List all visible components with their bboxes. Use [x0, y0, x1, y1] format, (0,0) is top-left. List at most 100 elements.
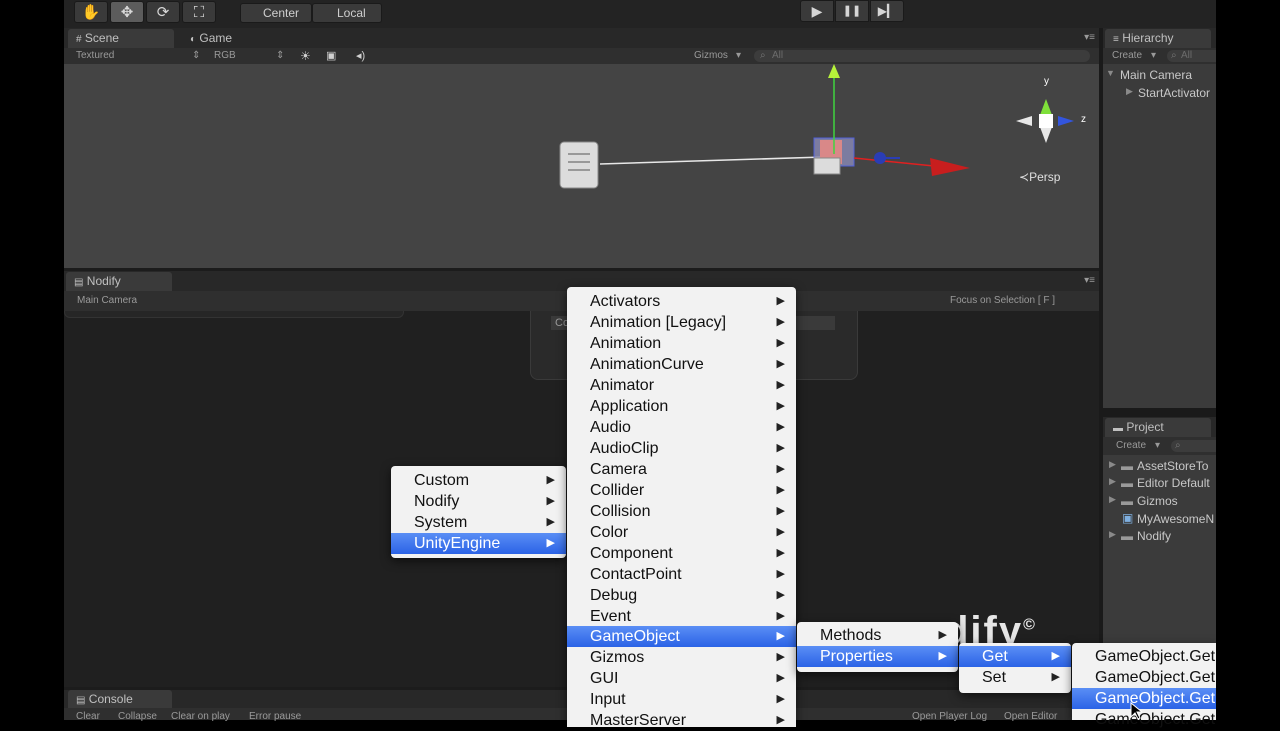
hand-tool-button[interactable]: ✋ [74, 1, 108, 23]
scale-tool-button[interactable]: ⛶ [182, 1, 216, 23]
submenu-arrow-icon: ▶ [776, 295, 785, 307]
menu-item-gameobject-get[interactable]: GameObject.Get [1072, 688, 1216, 709]
menu-item-input[interactable]: Input ▶ [567, 689, 796, 710]
submenu-arrow-icon: ▶ [776, 337, 785, 349]
expand-arrow-icon[interactable]: ▶ [1109, 494, 1116, 505]
project-search-input[interactable]: ⌕ [1171, 440, 1216, 452]
menu-item-methods[interactable]: Methods ▶ [797, 625, 958, 646]
panel-divider [1103, 408, 1216, 417]
hierarchy-create-button[interactable]: Create [1112, 48, 1142, 64]
menu-item-system[interactable]: System ▶ [391, 512, 566, 533]
menu-item-animation[interactable]: Animation ▶ [567, 333, 796, 354]
submenu-arrow-icon: ▶ [938, 629, 947, 641]
project-item-gizmos[interactable]: Gizmos [1137, 494, 1178, 508]
image-icon[interactable]: ▣ [326, 48, 336, 64]
pivot-center-toggle[interactable]: Center [240, 3, 312, 23]
open-editor-log-button[interactable]: Open Editor [1004, 708, 1057, 726]
menu-item-masterserver[interactable]: MasterServer ▶ [567, 710, 796, 731]
gizmos-dropdown[interactable]: Gizmos [694, 48, 728, 64]
hierarchy-item-startactivator[interactable]: StartActivator [1138, 86, 1210, 100]
menu-item-properties[interactable]: Properties ▶ [797, 646, 958, 667]
menu-item-gizmos[interactable]: Gizmos ▶ [567, 647, 796, 668]
pause-icon: ❚❚ [842, 5, 862, 17]
menu-item-component[interactable]: Component ▶ [567, 543, 796, 564]
menu-item-get[interactable]: Get ▶ [959, 646, 1071, 667]
menu-item-label: Get [982, 648, 1008, 665]
menu-item-audioclip[interactable]: AudioClip ▶ [567, 438, 796, 459]
menu-item-application[interactable]: Application ▶ [567, 396, 796, 417]
step-button[interactable]: ▶▎ [870, 0, 904, 22]
menu-item-gui[interactable]: GUI ▶ [567, 668, 796, 689]
focus-selection-button[interactable]: Focus on Selection [ F ] [950, 291, 1055, 311]
expand-arrow-icon[interactable]: ▶ [1126, 86, 1133, 97]
project-item-myawesome[interactable]: MyAwesomeN [1137, 512, 1214, 526]
menu-item-label: System [414, 514, 468, 531]
play-button[interactable]: ▶ [800, 0, 834, 22]
menu-item-animator[interactable]: Animator ▶ [567, 375, 796, 396]
menu-item-activators[interactable]: Activators ▶ [567, 291, 796, 312]
render-mode-dropdown[interactable]: Textured [76, 48, 114, 64]
menu-item-unityengine[interactable]: UnityEngine ▶ [391, 533, 566, 554]
tab-hierarchy[interactable]: ≡ Hierarchy [1105, 29, 1211, 48]
menu-item-label: Color [590, 524, 629, 541]
menu-item-collider[interactable]: Collider ▶ [567, 480, 796, 501]
menu-item-nodify[interactable]: Nodify ▶ [391, 491, 566, 512]
tab-nodify[interactable]: ▤ Nodify [66, 272, 172, 291]
pivot-local-toggle[interactable]: Local [312, 3, 382, 23]
audio-icon[interactable]: ◂) [356, 48, 365, 64]
expand-arrow-icon[interactable]: ▶ [1109, 529, 1116, 540]
node-box[interactable] [64, 311, 404, 318]
console-collapse-button[interactable]: Collapse [118, 708, 157, 726]
menu-item-set[interactable]: Set ▶ [959, 667, 1071, 688]
color-mode-dropdown[interactable]: RGB [214, 48, 236, 64]
menu-item-event[interactable]: Event ▶ [567, 606, 796, 627]
menu-item-contactpoint[interactable]: ContactPoint ▶ [567, 564, 796, 585]
hierarchy-item-main-camera[interactable]: Main Camera [1120, 68, 1192, 82]
project-item-editor-default[interactable]: Editor Default [1137, 476, 1210, 490]
project-create-button[interactable]: Create [1116, 438, 1146, 454]
menu-item-audio[interactable]: Audio ▶ [567, 417, 796, 438]
menu-item-camera[interactable]: Camera ▶ [567, 459, 796, 480]
menu-item-label: Audio [590, 419, 631, 436]
panel-menu-icon[interactable]: ▾≡ [1084, 275, 1095, 286]
open-player-log-button[interactable]: Open Player Log [912, 708, 987, 726]
move-tool-button[interactable]: ✥ [110, 1, 144, 23]
hierarchy-search-input[interactable]: ⌕ All [1167, 50, 1216, 62]
step-icon: ▶▎ [877, 4, 897, 18]
menu-item-color[interactable]: Color ▶ [567, 522, 796, 543]
menu-item-gameobject-get[interactable]: GameObject.Get [1072, 667, 1216, 688]
submenu-arrow-icon: ▶ [1051, 671, 1060, 683]
tab-console[interactable]: ▤ Console [68, 690, 172, 709]
menu-item-label: Camera [590, 461, 647, 478]
menu-item-custom[interactable]: Custom ▶ [391, 470, 566, 491]
menu-item-animationcurve[interactable]: AnimationCurve ▶ [567, 354, 796, 375]
menu-item-debug[interactable]: Debug ▶ [567, 585, 796, 606]
menu-item-gameobject-get[interactable]: GameObject.Get [1072, 646, 1216, 667]
menu-item-gameobject[interactable]: GameObject ▶ [567, 626, 796, 647]
menu-item-collision[interactable]: Collision ▶ [567, 501, 796, 522]
submenu-arrow-icon: ▶ [776, 421, 785, 433]
tab-game[interactable]: ◐ Game [182, 29, 282, 48]
play-icon: ▶ [811, 3, 823, 19]
submenu-arrow-icon: ▶ [546, 537, 555, 549]
pause-button[interactable]: ❚❚ [835, 0, 869, 22]
expand-arrow-icon[interactable]: ▶ [1109, 476, 1116, 487]
console-clear-on-play-button[interactable]: Clear on play [171, 708, 230, 726]
menu-item-animation-legacy[interactable]: Animation [Legacy] ▶ [567, 312, 796, 333]
project-item-assetstore[interactable]: AssetStoreTo [1137, 459, 1208, 473]
lighting-icon[interactable]: ☀ [300, 48, 311, 64]
folder-icon: ▬ [1121, 459, 1133, 473]
expand-arrow-icon[interactable]: ▶ [1109, 459, 1116, 470]
tab-project[interactable]: ▬ Project [1105, 418, 1211, 437]
panel-menu-icon[interactable]: ▾≡ [1084, 32, 1095, 43]
project-item-nodify[interactable]: Nodify [1137, 529, 1171, 543]
tab-scene[interactable]: # Scene [68, 29, 174, 48]
scene-search-input[interactable]: ⌕ All [754, 50, 1090, 62]
scene-view[interactable]: y z ≺Persp [64, 64, 1099, 268]
console-clear-button[interactable]: Clear [76, 708, 100, 726]
expand-arrow-icon[interactable]: ▼ [1106, 68, 1115, 78]
x-axis-arrow [930, 158, 970, 176]
console-error-pause-button[interactable]: Error pause [249, 708, 301, 726]
rotate-tool-button[interactable]: ⟳ [146, 1, 180, 23]
persp-toggle[interactable]: ≺Persp [1019, 170, 1060, 184]
